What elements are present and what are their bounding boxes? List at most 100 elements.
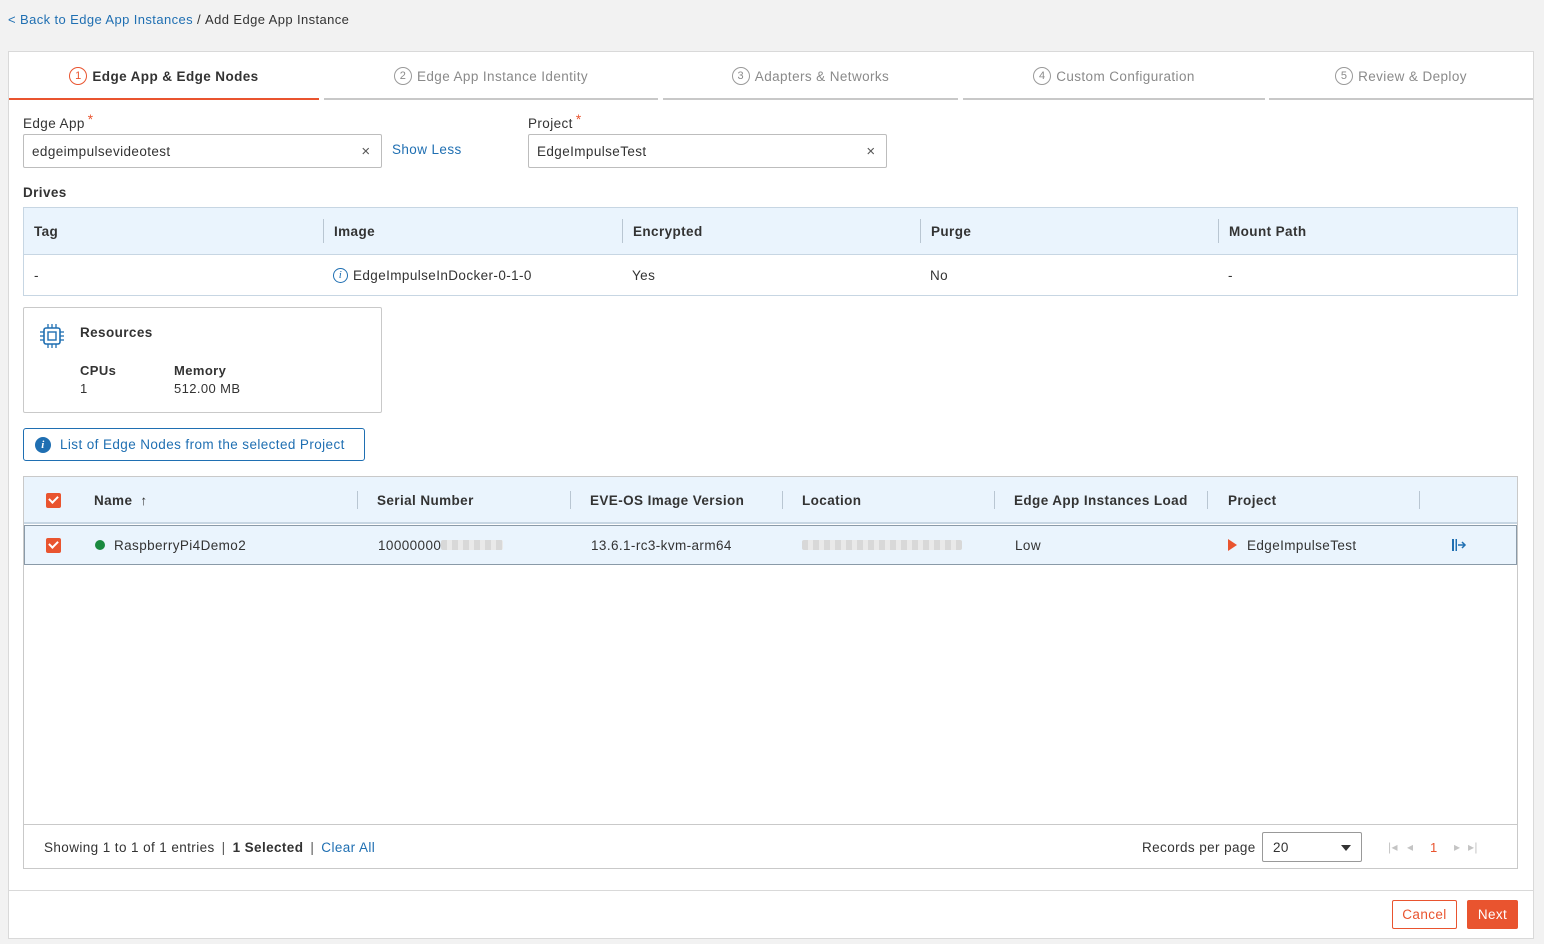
tab-label: Adapters & Networks <box>754 68 890 84</box>
project-select[interactable]: EdgeImpulseTest × <box>528 134 887 168</box>
edge-app-value: edgeimpulsevideotest <box>32 143 171 159</box>
memory-value: 512.00 MB <box>174 381 241 396</box>
node-location <box>802 526 962 564</box>
resources-title: Resources <box>80 325 153 340</box>
edge-app-label: Edge App * <box>23 112 94 131</box>
back-link[interactable]: < Back to Edge App Instances <box>8 12 193 27</box>
step-number: 1 <box>69 67 88 85</box>
info-icon[interactable]: i <box>333 267 348 283</box>
next-page-icon[interactable]: ▸ <box>1454 825 1460 869</box>
drives-title: Drives <box>23 185 67 200</box>
next-button[interactable]: Next <box>1467 900 1518 929</box>
drives-header: Tag Image Encrypted Purge Mount Path <box>24 208 1517 255</box>
project-label: Project * <box>528 112 582 131</box>
column-divider <box>782 491 783 509</box>
redacted-serial <box>441 540 504 550</box>
wizard-card: 1 Edge App & Edge Nodes 2 Edge App Instanc… <box>8 51 1534 939</box>
tab-label: Custom Configuration <box>1056 68 1195 84</box>
drives-table: Tag Image Encrypted Purge Mount Path - i… <box>23 207 1518 296</box>
show-less-link[interactable]: Show Less <box>392 142 462 157</box>
column-divider <box>1419 491 1420 509</box>
tab-edge-app-nodes[interactable]: 1 Edge App & Edge Nodes <box>9 52 319 100</box>
node-eve-version: 13.6.1-rc3-kvm-arm64 <box>591 537 732 553</box>
edge-nodes-info-banner: i List of Edge Nodes from the selected Pr… <box>23 428 365 461</box>
cpus-value: 1 <box>80 381 88 396</box>
nodes-header: Name ↑ Serial Number EVE-OS Image Version… <box>24 477 1517 524</box>
online-status-dot <box>95 540 105 550</box>
records-per-page-label: Records per page <box>1142 839 1256 855</box>
memory-label: Memory <box>174 363 227 378</box>
open-node-icon[interactable] <box>1451 526 1467 564</box>
chevron-down-icon <box>1341 845 1351 851</box>
required-asterisk: * <box>575 112 582 127</box>
breadcrumb: < Back to Edge App Instances / Add Edge Ap… <box>8 12 349 27</box>
col-serial-number[interactable]: Serial Number <box>377 477 474 523</box>
col-name[interactable]: Name ↑ <box>94 477 148 523</box>
column-divider <box>1207 491 1208 509</box>
first-page-icon[interactable]: |◂ <box>1388 825 1398 869</box>
col-project[interactable]: Project <box>1228 477 1277 523</box>
table-footer: Showing 1 to 1 of 1 entries | 1 Selected… <box>24 824 1517 868</box>
col-mount-path: Mount Path <box>1218 219 1307 243</box>
col-instances-load[interactable]: Edge App Instances Load <box>1014 477 1188 523</box>
node-project: EdgeImpulseTest <box>1228 526 1357 564</box>
cpus-label: CPUs <box>80 363 117 378</box>
prev-page-icon[interactable]: ◂ <box>1407 825 1413 869</box>
breadcrumb-separator: / <box>197 12 202 27</box>
column-divider <box>357 491 358 509</box>
sort-asc-icon: ↑ <box>140 492 148 508</box>
col-location[interactable]: Location <box>802 477 861 523</box>
project-icon <box>1228 539 1237 551</box>
col-purge: Purge <box>920 219 971 243</box>
tab-label: Review & Deploy <box>1358 68 1467 84</box>
drive-purge: No <box>930 267 949 283</box>
tab-instance-identity[interactable]: 2 Edge App Instance Identity <box>324 52 658 100</box>
tab-review-deploy[interactable]: 5 Review & Deploy <box>1269 52 1533 100</box>
required-asterisk: * <box>87 112 94 127</box>
step-number: 4 <box>1033 67 1052 85</box>
col-eve-os-version[interactable]: EVE-OS Image Version <box>590 477 744 523</box>
col-image: Image <box>323 219 375 243</box>
node-name: RaspberryPi4Demo2 <box>95 526 246 564</box>
redacted-location <box>802 540 962 550</box>
step-number: 2 <box>393 67 412 85</box>
showing-entries: Showing 1 to 1 of 1 entries <box>44 839 215 855</box>
clear-all-link[interactable]: Clear All <box>321 840 375 855</box>
col-encrypted: Encrypted <box>622 219 703 243</box>
clear-edge-app-icon[interactable]: × <box>359 143 373 160</box>
last-page-icon[interactable]: ▸| <box>1468 825 1478 869</box>
selected-count: 1 Selected <box>232 839 304 855</box>
tab-adapters-networks[interactable]: 3 Adapters & Networks <box>663 52 958 100</box>
select-all-checkbox[interactable] <box>46 477 61 523</box>
action-bar: Cancel Next <box>9 890 1533 938</box>
step-number: 3 <box>731 67 750 85</box>
column-divider <box>570 491 571 509</box>
table-row[interactable]: RaspberryPi4Demo2 10000000 13.6.1-rc3-kv… <box>24 525 1517 565</box>
wizard-steps: 1 Edge App & Edge Nodes 2 Edge App Instanc… <box>9 52 1533 100</box>
node-load: Low <box>1015 537 1041 553</box>
tab-label: Edge App Instance Identity <box>416 68 588 84</box>
current-page[interactable]: 1 <box>1430 825 1438 869</box>
pagination-info: Showing 1 to 1 of 1 entries | 1 Selected… <box>44 839 376 855</box>
edge-app-select[interactable]: edgeimpulsevideotest × <box>23 134 382 168</box>
resources-card: Resources CPUs 1 Memory 512.00 MB <box>23 307 382 413</box>
drive-image: i EdgeImpulseInDocker-0-1-0 <box>323 255 532 295</box>
project-value: EdgeImpulseTest <box>537 143 647 159</box>
edge-nodes-table: Name ↑ Serial Number EVE-OS Image Version… <box>23 476 1518 869</box>
step-number: 5 <box>1335 67 1354 85</box>
col-tag: Tag <box>34 224 59 239</box>
row-checkbox[interactable] <box>46 526 61 564</box>
drive-mount-path: - <box>1228 267 1233 283</box>
tab-label: Edge App & Edge Nodes <box>92 68 259 84</box>
column-divider <box>994 491 995 509</box>
drive-encrypted: Yes <box>632 267 656 283</box>
node-serial: 10000000 <box>378 526 504 564</box>
cancel-button[interactable]: Cancel <box>1392 900 1457 929</box>
clear-project-icon[interactable]: × <box>864 143 878 160</box>
records-per-page-select[interactable]: 20 <box>1262 832 1362 862</box>
info-icon: i <box>35 436 51 453</box>
drive-tag: - <box>34 267 39 283</box>
breadcrumb-current: Add Edge App Instance <box>205 12 350 27</box>
cpu-chip-icon <box>40 324 64 348</box>
tab-custom-configuration[interactable]: 4 Custom Configuration <box>963 52 1265 100</box>
